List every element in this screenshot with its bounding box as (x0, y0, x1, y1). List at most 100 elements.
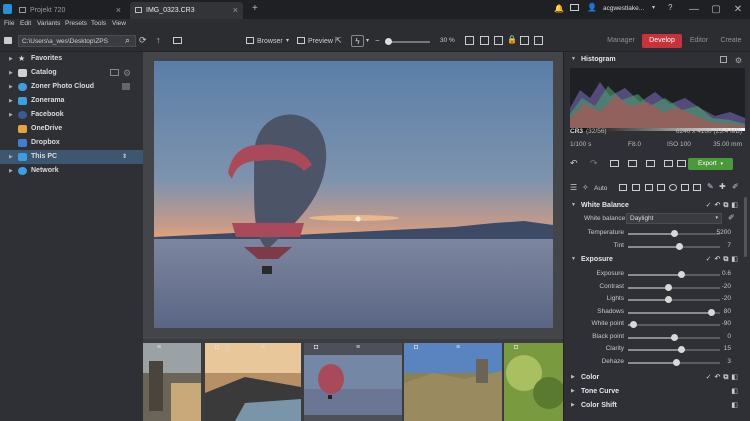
close-tab-icon[interactable]: × (233, 2, 238, 19)
exposure-header[interactable]: ▼ Exposure ✓↶⧉◧ (564, 253, 750, 266)
slider-knob[interactable] (665, 296, 673, 303)
cart-icon[interactable] (122, 83, 130, 90)
slider-value[interactable]: 15 (724, 345, 731, 352)
list-icon[interactable]: ☰ (570, 183, 577, 192)
slider-black-point[interactable]: Black point 0 (564, 331, 750, 343)
flash-icon[interactable]: ϟ (351, 35, 364, 47)
menu-tools[interactable]: Tools (91, 20, 106, 27)
slider-shadows[interactable]: Shadows 80 (564, 306, 750, 318)
ruins-thumb[interactable]: ◘ ≡ (404, 343, 502, 421)
gear-icon[interactable]: ⚙ (123, 66, 131, 80)
slider-value[interactable]: 0.6 (722, 270, 731, 277)
menu-icon[interactable]: ≡ (356, 344, 360, 351)
menu-view[interactable]: View (112, 20, 126, 27)
slider-value[interactable]: 7 (727, 242, 731, 249)
collapse-arrow-icon[interactable]: ▼ (571, 199, 576, 212)
radial-filter-icon[interactable] (669, 184, 677, 191)
slider-knob[interactable] (672, 358, 680, 366)
folder-icon[interactable] (4, 37, 12, 44)
expand-arrow-icon[interactable]: ▶ (571, 371, 575, 384)
white-balance-select[interactable]: Daylight ▾ (626, 213, 722, 224)
slider-value[interactable]: 5200 (717, 229, 731, 236)
sidebar-item-facebook[interactable]: ▶ Facebook (0, 108, 143, 122)
balloon-thumb[interactable]: ◘ ≡ (304, 343, 402, 421)
slider-value[interactable]: -20 (722, 283, 731, 290)
lock-icon[interactable]: 🔒 (507, 35, 517, 44)
grid-icon[interactable] (520, 36, 529, 45)
path-input[interactable] (18, 35, 136, 47)
slider-knob[interactable] (707, 308, 715, 316)
slider-knob[interactable] (671, 333, 678, 341)
auto-magic-icon[interactable]: ✧ (582, 183, 589, 192)
slider-exposure[interactable]: Exposure 0.6 (564, 268, 750, 280)
slider-dehaze[interactable]: Dehaze 3 (564, 356, 750, 368)
slider-knob[interactable] (671, 230, 678, 237)
slider-contrast[interactable]: Contrast -20 (564, 281, 750, 293)
slider-track[interactable] (628, 230, 720, 237)
help-icon[interactable]: ? (668, 3, 672, 12)
zoom-out-icon[interactable]: − (375, 36, 380, 45)
color-shift-header[interactable]: ▶ Color Shift ◧ (564, 399, 750, 412)
white-balance-header[interactable]: ▼ White Balance ✓↶⧉◧ (564, 199, 750, 212)
bell-icon[interactable]: 🔔 (554, 4, 564, 13)
new-tab-button[interactable]: + (252, 3, 258, 14)
slider-track[interactable] (628, 308, 720, 316)
sidebar-item-zonerama[interactable]: ▶ Zonerama (0, 94, 143, 108)
perspective-icon[interactable] (645, 184, 653, 191)
slider-knob[interactable] (629, 321, 637, 328)
close-tab-icon[interactable]: × (116, 2, 121, 19)
expand-arrow-icon[interactable]: ▶ (571, 399, 575, 412)
menu-variants[interactable]: Variants (37, 20, 60, 27)
tab-image[interactable]: IMG_0323.CR3 × (130, 2, 243, 19)
user-name[interactable]: acgwestlake... (603, 5, 644, 12)
refresh-icon[interactable]: ⟳ (139, 35, 147, 46)
slider-knob[interactable] (678, 346, 686, 353)
undo-icon[interactable]: ↶ (570, 158, 578, 169)
gear-icon[interactable]: ⚙ (735, 54, 742, 67)
copy-settings-icon[interactable] (646, 160, 655, 167)
tower-thumb[interactable]: ≡ (143, 343, 201, 421)
paste-settings-icon[interactable] (664, 160, 673, 167)
mode-editor[interactable]: Editor (684, 34, 714, 48)
expand-arrow-icon[interactable]: ▶ (9, 164, 13, 178)
camera-profile-icon[interactable] (619, 184, 627, 191)
slider-track[interactable] (628, 296, 720, 303)
castle-sunset-thumb[interactable]: ◘ ⓘ ≡ (205, 343, 301, 421)
export-button[interactable]: Export ▾ (688, 158, 733, 170)
sidebar-item-onedrive[interactable]: OneDrive (0, 122, 143, 136)
sidebar-item-zoner-photo-cloud[interactable]: ▶ Zoner Photo Cloud (0, 80, 143, 94)
sidebar-item-catalog[interactable]: ▶ Catalog ⚙ (0, 66, 143, 80)
menu-icon[interactable]: ≡ (456, 344, 460, 351)
expand-arrow-icon[interactable]: ▶ (9, 150, 13, 164)
color-header[interactable]: ▶ Color ✓↶⧉◧ (564, 371, 750, 384)
add-folder-icon[interactable] (110, 69, 119, 76)
slider-value[interactable]: 0 (727, 333, 731, 340)
mask-icon[interactable] (693, 184, 701, 191)
slider-value[interactable]: 3 (727, 358, 731, 365)
snapshot-icon[interactable] (610, 160, 619, 167)
slider-knob[interactable] (665, 283, 673, 291)
expand-arrow-icon[interactable]: ▶ (9, 52, 13, 66)
new-folder-icon[interactable] (173, 37, 182, 44)
redo-icon[interactable]: ↷ (590, 158, 598, 169)
sidebar-item-favorites[interactable]: ▶ ★ Favorites (0, 52, 143, 66)
text-icon[interactable] (657, 184, 665, 191)
crop-icon[interactable] (632, 184, 640, 191)
slider-knob[interactable] (678, 271, 686, 278)
expand-arrow-icon[interactable]: ▶ (9, 80, 13, 94)
sidebar-item-network[interactable]: ▶ Network (0, 164, 143, 178)
mode-create[interactable]: Create (716, 34, 746, 48)
search-icon[interactable]: ⌕ (125, 35, 130, 46)
mode-develop[interactable]: Develop (642, 34, 682, 48)
slider-track[interactable] (628, 321, 720, 328)
gradient-filter-icon[interactable] (681, 184, 689, 191)
flash-dropdown-icon[interactable]: ▾ (366, 37, 369, 44)
healing-icon[interactable]: ✚ (719, 182, 726, 191)
slider-track[interactable] (628, 358, 720, 366)
sort-arrows-icon[interactable]: ⇕ (122, 150, 127, 164)
browser-dropdown-icon[interactable]: ▾ (286, 37, 289, 44)
section-actions[interactable]: ✓↶⧉◧ (706, 199, 741, 212)
expand-arrow-icon[interactable]: ▶ (9, 94, 13, 108)
expand-arrow-icon[interactable]: ▶ (571, 385, 575, 398)
slider-knob[interactable] (675, 242, 683, 250)
